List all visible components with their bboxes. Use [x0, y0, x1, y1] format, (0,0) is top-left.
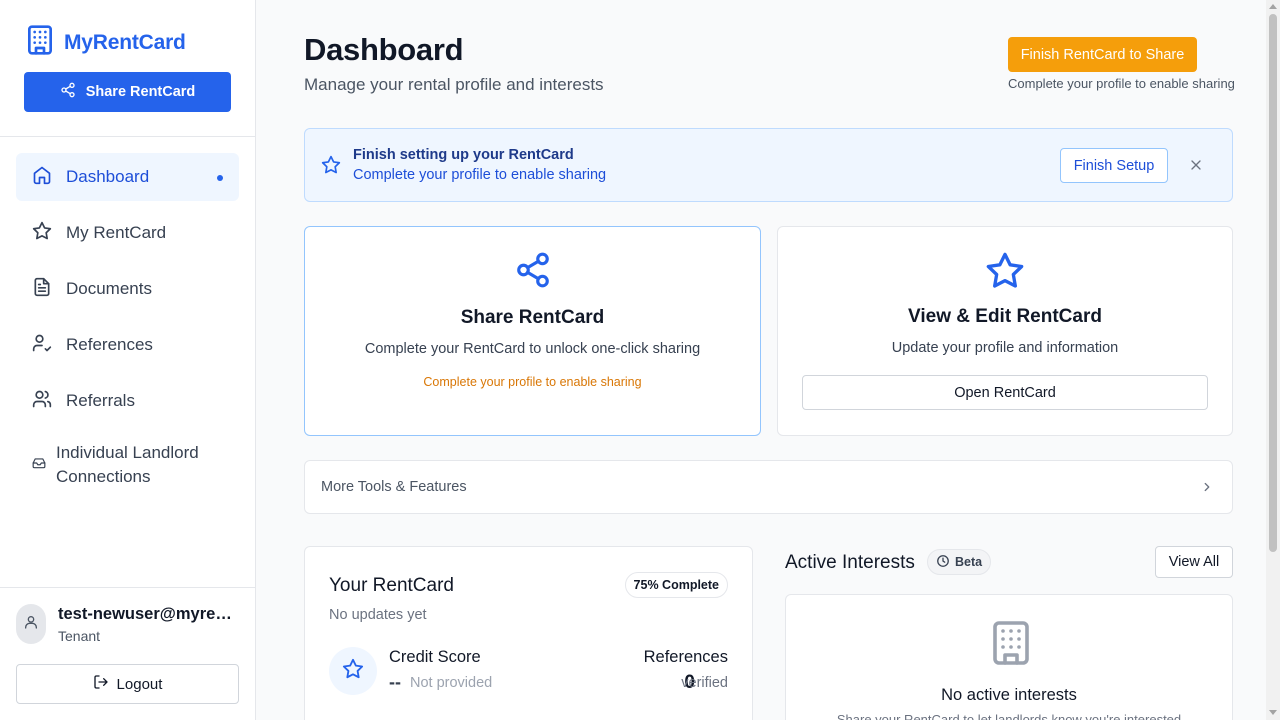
sidebar-item-label: Referrals — [66, 391, 135, 410]
building-icon — [987, 619, 1035, 672]
star-icon — [342, 658, 364, 685]
avatar — [16, 604, 46, 644]
scroll-down-arrow[interactable] — [1269, 710, 1277, 715]
brand-name: MyRentCard — [64, 30, 186, 54]
active-interests-title: Active Interests — [785, 552, 915, 573]
active-interests-card: No active interests Share your RentCard … — [785, 594, 1233, 720]
credit-score-badge — [329, 647, 377, 695]
sidebar: MyRentCard Share RentCard Dashboard My R… — [0, 0, 256, 720]
view-all-button[interactable]: View All — [1155, 546, 1233, 578]
logout-icon — [93, 674, 109, 694]
view-card-description: Update your profile and information — [891, 340, 1119, 356]
sidebar-item-label: My RentCard — [66, 223, 167, 242]
sidebar-item-references[interactable]: References — [16, 321, 239, 369]
banner-text: Complete your profile to enable sharing — [353, 167, 607, 183]
rentcard-subtitle: No updates yet — [329, 607, 427, 623]
credit-score-label: Credit Score — [389, 648, 481, 666]
empty-state-hint: Share your RentCard to let landlords kno… — [836, 712, 1182, 720]
rentcard-title: Your RentCard — [329, 575, 454, 596]
share-card-description: Complete your RentCard to unlock one-cli… — [364, 341, 701, 357]
finish-rentcard-button[interactable]: Finish RentCard to Share — [1008, 37, 1197, 72]
share-rentcard-label: Share RentCard — [85, 84, 196, 100]
scroll-thumb[interactable] — [1269, 14, 1277, 552]
view-edit-rentcard-card: View & Edit RentCard Update your profile… — [777, 226, 1233, 436]
share-icon — [514, 251, 552, 294]
beta-badge: Beta — [927, 549, 992, 575]
beta-label: Beta — [955, 555, 983, 569]
sidebar-item-documents[interactable]: Documents — [16, 265, 239, 313]
user-role: Tenant — [58, 627, 101, 644]
sidebar-item-label: Dashboard — [66, 167, 150, 186]
page-title: Dashboard — [304, 32, 464, 67]
more-tools-toggle[interactable]: More Tools & Features — [304, 460, 1233, 514]
star-icon — [32, 221, 52, 246]
sidebar-item-label: Documents — [66, 279, 152, 298]
credit-score-value: -- — [389, 672, 401, 692]
document-icon — [32, 277, 52, 302]
star-icon — [985, 251, 1025, 296]
open-rentcard-button[interactable]: Open RentCard — [802, 375, 1208, 410]
share-icon — [60, 82, 76, 102]
share-rentcard-card[interactable]: Share RentCard Complete your RentCard to… — [304, 226, 761, 436]
close-icon[interactable] — [1188, 157, 1204, 173]
view-card-title: View & Edit RentCard — [908, 306, 1102, 327]
setup-banner: Finish setting up your RentCard Complete… — [304, 128, 1233, 202]
sidebar-item-referrals[interactable]: Referrals — [16, 377, 239, 425]
user-icon — [23, 614, 39, 635]
main-content: Dashboard Manage your rental profile and… — [256, 0, 1266, 720]
logout-button[interactable]: Logout — [16, 664, 239, 704]
banner-title: Finish setting up your RentCard — [353, 147, 574, 163]
user-profile: test-newuser@myrentcard.com Tenant — [16, 604, 238, 644]
sidebar-item-my-rentcard[interactable]: My RentCard — [16, 209, 239, 257]
your-rentcard-card: Your RentCard 75% Complete No updates ye… — [304, 546, 753, 720]
active-indicator — [217, 175, 223, 181]
sidebar-item-label: Individual Landlord Connections — [56, 443, 199, 486]
share-rentcard-button[interactable]: Share RentCard — [24, 72, 231, 112]
share-card-title: Share RentCard — [460, 307, 605, 328]
user-email: test-newuser@myrentcard.com — [58, 604, 238, 623]
completion-badge: 75% Complete — [624, 572, 728, 598]
sidebar-item-landlord-connections[interactable]: Individual Landlord Connections — [16, 433, 239, 497]
references-note: verified — [681, 675, 728, 691]
references-label: References — [643, 648, 728, 666]
sidebar-item-dashboard[interactable]: Dashboard — [16, 153, 239, 201]
users-icon — [32, 389, 52, 414]
page-scrollbar[interactable] — [1266, 0, 1280, 720]
building-icon — [24, 24, 56, 61]
share-card-warning: Complete your profile to enable sharing — [423, 375, 642, 389]
user-check-icon — [32, 333, 52, 358]
star-icon — [321, 155, 341, 180]
brand[interactable]: MyRentCard — [24, 24, 186, 61]
empty-state-title: No active interests — [941, 686, 1077, 704]
clock-icon — [936, 554, 950, 571]
scroll-up-arrow[interactable] — [1269, 4, 1277, 9]
more-tools-label: More Tools & Features — [321, 479, 467, 495]
sidebar-divider — [0, 587, 255, 588]
credit-score-note: Not provided — [410, 675, 493, 691]
sidebar-divider — [0, 136, 255, 137]
logout-label: Logout — [116, 675, 163, 693]
finish-setup-button[interactable]: Finish Setup — [1060, 148, 1168, 183]
chevron-right-icon — [1200, 480, 1214, 499]
finish-rentcard-hint: Complete your profile to enable sharing — [1008, 76, 1235, 91]
page-subtitle: Manage your rental profile and interests — [304, 75, 604, 94]
sidebar-nav: Dashboard My RentCard Documents Referenc… — [16, 153, 239, 505]
home-icon — [32, 165, 52, 190]
sidebar-item-label: References — [66, 335, 153, 354]
inbox-icon — [32, 455, 46, 475]
